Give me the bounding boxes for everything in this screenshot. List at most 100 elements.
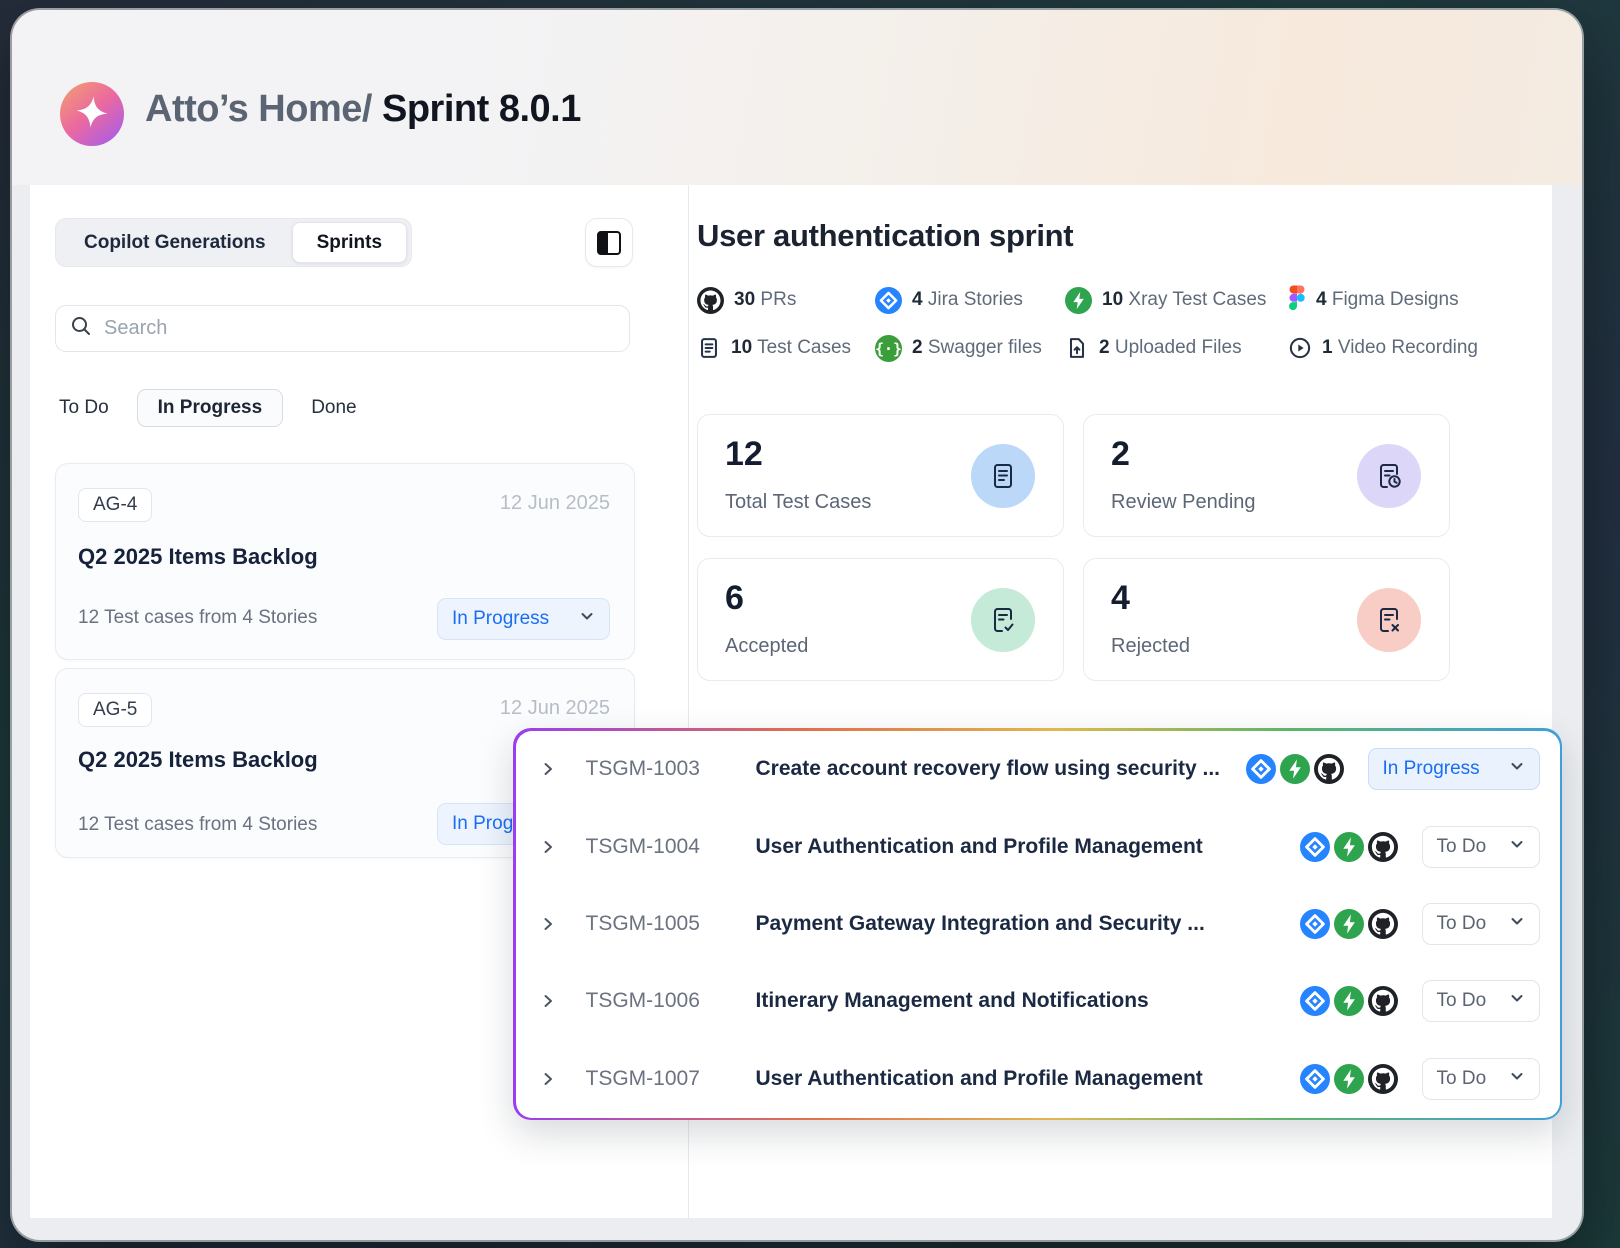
summary-label: Rejected [1111,635,1190,658]
stat-label: 30 PRs [734,289,796,311]
status-filters: To Do In Progress Done [55,388,361,428]
card-status-dropdown[interactable]: In Progress [437,598,610,640]
test-case-row[interactable]: TSGM-1007 User Authentication and Profil… [516,1040,1560,1117]
github-icon [1368,832,1398,862]
video-icon [1288,336,1312,360]
jira-icon [1300,1064,1330,1094]
swagger-icon: {·} [875,335,902,362]
card-title: Q2 2025 Items Backlog [78,747,318,773]
document-x-icon [1357,588,1421,652]
chevron-down-icon [1509,758,1525,780]
stat-video-recording: 1 Video Recording [1288,333,1478,363]
stat-label: 2 Uploaded Files [1099,337,1242,359]
row-title: User Authentication and Profile Manageme… [756,835,1300,859]
chevron-right-icon[interactable] [540,839,558,855]
chevron-right-icon[interactable] [540,1071,558,1087]
sprint-heading: User authentication sprint [697,218,1073,254]
chevron-down-icon [1509,913,1525,935]
chevron-down-icon [1509,990,1525,1012]
card-id-badge: AG-4 [78,488,152,522]
row-status-label: To Do [1437,1068,1487,1090]
stat-jira-stories: 4 Jira Stories [875,285,1023,315]
summary-value: 2 [1111,435,1130,474]
filter-done[interactable]: Done [307,397,360,419]
jira-icon [1300,832,1330,862]
filter-todo[interactable]: To Do [55,397,113,419]
xray-icon [1334,909,1364,939]
chevron-down-icon [579,608,595,630]
sprint-title: Sprint 8.0.1 [382,88,581,130]
card-date: 12 Jun 2025 [500,492,610,515]
sparkle-icon [72,92,112,137]
card-title: Q2 2025 Items Backlog [78,544,318,570]
test-case-row[interactable]: TSGM-1006 Itinerary Management and Notif… [516,963,1560,1040]
row-title: Itinerary Management and Notifications [756,989,1300,1013]
chevron-right-icon[interactable] [540,993,558,1009]
jira-icon [1246,754,1276,784]
filter-in-progress[interactable]: In Progress [137,389,284,427]
row-source-icons [1300,909,1398,939]
chevron-right-icon[interactable] [540,916,558,932]
test-case-row[interactable]: TSGM-1005 Payment Gateway Integration an… [516,885,1560,962]
card-id-badge: AG-5 [78,693,152,727]
split-panel-icon [597,231,621,255]
svg-text:{·}: {·} [875,340,902,358]
row-status-label: To Do [1437,836,1487,858]
stat-xray-test-cases: 10 Xray Test Cases [1065,285,1266,315]
test-cases-overlay: TSGM-1003 Create account recovery flow u… [513,728,1562,1120]
card-status-label: In Progress [452,608,549,630]
summary-card-accepted: 6 Accepted [697,558,1064,681]
search-input[interactable] [104,317,615,340]
toggle-copilot-generations[interactable]: Copilot Generations [60,222,290,263]
summary-value: 12 [725,435,763,474]
row-id: TSGM-1004 [586,835,732,859]
row-source-icons [1300,986,1398,1016]
search-bar[interactable] [55,305,630,352]
row-status-dropdown[interactable]: To Do [1422,980,1540,1022]
jira-icon [875,287,902,314]
toggle-sprints[interactable]: Sprints [292,222,407,263]
github-icon [1314,754,1344,784]
row-id: TSGM-1005 [586,912,732,936]
row-id: TSGM-1007 [586,1067,732,1091]
row-status-dropdown[interactable]: To Do [1422,903,1540,945]
chevron-right-icon[interactable] [540,761,558,777]
stat-label: 4 Figma Designs [1316,289,1459,311]
figma-icon [1288,284,1306,316]
row-id: TSGM-1006 [586,989,732,1013]
github-icon [697,287,724,314]
chevron-down-icon [1509,836,1525,858]
summary-card-rejected: 4 Rejected [1083,558,1450,681]
test-case-row[interactable]: TSGM-1004 User Authentication and Profil… [516,808,1560,885]
row-title: Create account recovery flow using secur… [756,757,1246,781]
collapse-panel-button[interactable] [585,218,633,267]
row-id: TSGM-1003 [586,757,732,781]
stat-label: 2 Swagger files [912,337,1042,359]
row-status-dropdown[interactable]: In Progress [1368,748,1540,790]
row-status-dropdown[interactable]: To Do [1422,826,1540,868]
stat-label: 4 Jira Stories [912,289,1023,311]
chevron-down-icon [1509,1068,1525,1090]
stat-figma-designs: 4 Figma Designs [1288,285,1459,315]
stat-swagger-files: {·} 2 Swagger files [875,333,1042,363]
xray-icon [1280,754,1310,784]
card-subtitle: 12 Test cases from 4 Stories [78,607,317,629]
view-toggle: Copilot Generations Sprints [55,218,412,267]
summary-label: Total Test Cases [725,491,871,514]
document-clock-icon [1357,444,1421,508]
breadcrumb: Atto’s Home/ [145,88,372,130]
row-source-icons [1246,754,1344,784]
summary-value: 6 [725,579,744,618]
page-title: Atto’s Home/ Sprint 8.0.1 [145,88,581,131]
test-cases-icon [697,336,721,360]
summary-label: Accepted [725,635,808,658]
stat-test-cases: 10 Test Cases [697,333,851,363]
screen: Atto’s Home/ Sprint 8.0.1 Copilot Genera… [0,0,1620,1248]
sprint-card[interactable]: AG-4 12 Jun 2025 Q2 2025 Items Backlog 1… [55,463,635,660]
summary-card-review-pending: 2 Review Pending [1083,414,1450,537]
row-status-dropdown[interactable]: To Do [1422,1058,1540,1100]
test-case-row[interactable]: TSGM-1003 Create account recovery flow u… [516,731,1560,808]
document-icon [971,444,1035,508]
row-status-label: To Do [1437,913,1487,935]
row-source-icons [1300,1064,1398,1094]
